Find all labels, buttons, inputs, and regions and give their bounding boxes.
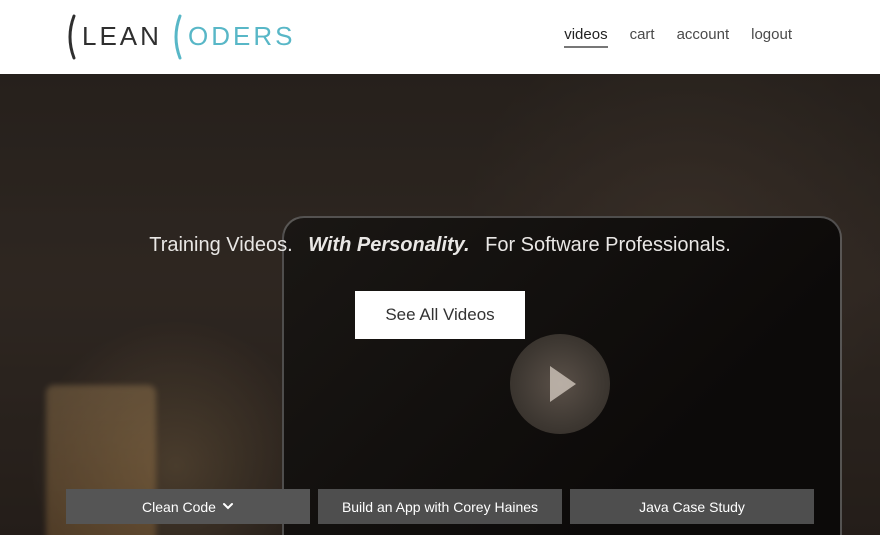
- nav-link-videos[interactable]: videos: [564, 26, 607, 48]
- nav-link-account[interactable]: account: [677, 26, 730, 48]
- tagline-part1: Training Videos.: [149, 234, 292, 256]
- chevron-down-icon: [222, 499, 234, 515]
- tagline-emphasis: With Personality.: [308, 234, 469, 256]
- tab-clean-code[interactable]: Clean Code: [66, 489, 310, 524]
- tab-label: Java Case Study: [639, 499, 745, 515]
- tab-label: Clean Code: [142, 499, 216, 515]
- brand-logo-svg: LEAN ODERS: [66, 12, 298, 62]
- tab-build-an-app[interactable]: Build an App with Corey Haines: [318, 489, 562, 524]
- brand-logo[interactable]: LEAN ODERS: [66, 12, 298, 62]
- tab-label: Build an App with Corey Haines: [342, 499, 538, 515]
- brand-word2: ODERS: [188, 21, 295, 51]
- tab-java-case-study[interactable]: Java Case Study: [570, 489, 814, 524]
- nav-link-logout[interactable]: logout: [751, 26, 792, 48]
- hero-tagline: Training Videos. With Personality. For S…: [0, 74, 880, 257]
- hero: Training Videos. With Personality. For S…: [0, 74, 880, 535]
- tagline-part2: For Software Professionals.: [485, 234, 731, 256]
- play-icon: [510, 334, 610, 434]
- brand-word1: LEAN: [82, 21, 162, 51]
- see-all-videos-button[interactable]: See All Videos: [355, 291, 524, 339]
- header: LEAN ODERS videos cart account logout: [0, 0, 880, 74]
- category-tabbar: Clean Code Build an App with Corey Haine…: [0, 489, 880, 535]
- nav-link-cart[interactable]: cart: [630, 26, 655, 48]
- primary-nav: videos cart account logout: [564, 26, 792, 48]
